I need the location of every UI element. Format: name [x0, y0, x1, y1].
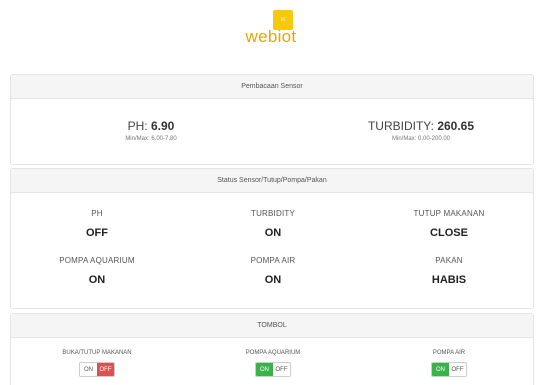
toggle-off-button[interactable]: OFF [449, 363, 466, 376]
control-label: POMPA AIR [432, 350, 466, 356]
turbidity-label: TURBIDITY: [367, 119, 434, 133]
status-value: CLOSE [430, 227, 468, 239]
status-title: Status Sensor/Tutup/Pompa/Pakan [11, 169, 533, 193]
status-value: ON [88, 274, 106, 286]
ph-value: 6.90 [151, 119, 175, 133]
status-label: POMPA AIR [250, 256, 296, 265]
tombol-panel: TOMBOL BUKA/TUTUP MAKANAN ON OFF POMPA A… [10, 313, 534, 385]
ph-range: Min/Max: 6.00-7.80 [125, 136, 177, 142]
status-value: ON [264, 227, 282, 239]
control-label: POMPA AQUARIUM [245, 350, 301, 356]
status-ph: PH OFF [17, 209, 177, 239]
turbidity-reading-main: TURBIDITY: 260.65 [331, 119, 511, 133]
control-pompa-air: POMPA AIR ON OFF [369, 350, 529, 377]
toggle-on-button[interactable]: ON [80, 363, 97, 376]
sensor-reading-title: Pembacaan Sensor [11, 75, 533, 99]
status-pompa-aquarium: POMPA AQUARIUM ON [17, 256, 177, 286]
status-turbidity: TURBIDITY ON [193, 209, 353, 239]
status-panel: Status Sensor/Tutup/Pompa/Pakan PH OFF T… [10, 168, 534, 309]
ph-reading: PH: 6.90 Min/Max: 6.00-7.80 [61, 119, 241, 142]
turbidity-reading: TURBIDITY: 260.65 Min/Max: 0.00-200.00 [331, 119, 511, 142]
status-label: TUTUP MAKANAN [413, 209, 485, 218]
status-tutup-makanan: TUTUP MAKANAN CLOSE [369, 209, 529, 239]
status-label: TURBIDITY [250, 209, 296, 218]
toggle-on-button[interactable]: ON [432, 363, 449, 376]
control-pompa-aquarium: POMPA AQUARIUM ON OFF [193, 350, 353, 377]
buka-tutup-makanan-toggle[interactable]: ON OFF [79, 362, 115, 377]
pompa-aquarium-toggle[interactable]: ON OFF [255, 362, 291, 377]
turbidity-value: 260.65 [437, 119, 475, 133]
status-value: ON [264, 274, 282, 286]
sensor-reading-panel: Pembacaan Sensor PH: 6.90 Min/Max: 6.00-… [10, 74, 534, 165]
ph-label: PH: [127, 119, 148, 133]
status-pompa-air: POMPA AIR ON [193, 256, 353, 286]
status-value: OFF [86, 227, 108, 239]
toggle-off-button[interactable]: OFF [97, 363, 114, 376]
tombol-title: TOMBOL [11, 314, 533, 338]
status-label: POMPA AQUARIUM [59, 256, 135, 265]
status-label: PAKAN [435, 256, 463, 265]
brand-name: webiot [245, 27, 297, 46]
status-value: HABIS [431, 274, 467, 286]
turbidity-range: Min/Max: 0.00-200.00 [391, 136, 451, 142]
control-buka-tutup-makanan: BUKA/TUTUP MAKANAN ON OFF [17, 350, 177, 377]
control-label: BUKA/TUTUP MAKANAN [62, 350, 132, 356]
pompa-air-toggle[interactable]: ON OFF [431, 362, 467, 377]
status-label: PH [91, 209, 103, 218]
toggle-off-button[interactable]: OFF [273, 363, 290, 376]
ph-reading-main: PH: 6.90 [61, 119, 241, 133]
toggle-on-button[interactable]: ON [256, 363, 273, 376]
logo-mark: W [280, 17, 286, 23]
status-pakan: PAKAN HABIS [369, 256, 529, 286]
